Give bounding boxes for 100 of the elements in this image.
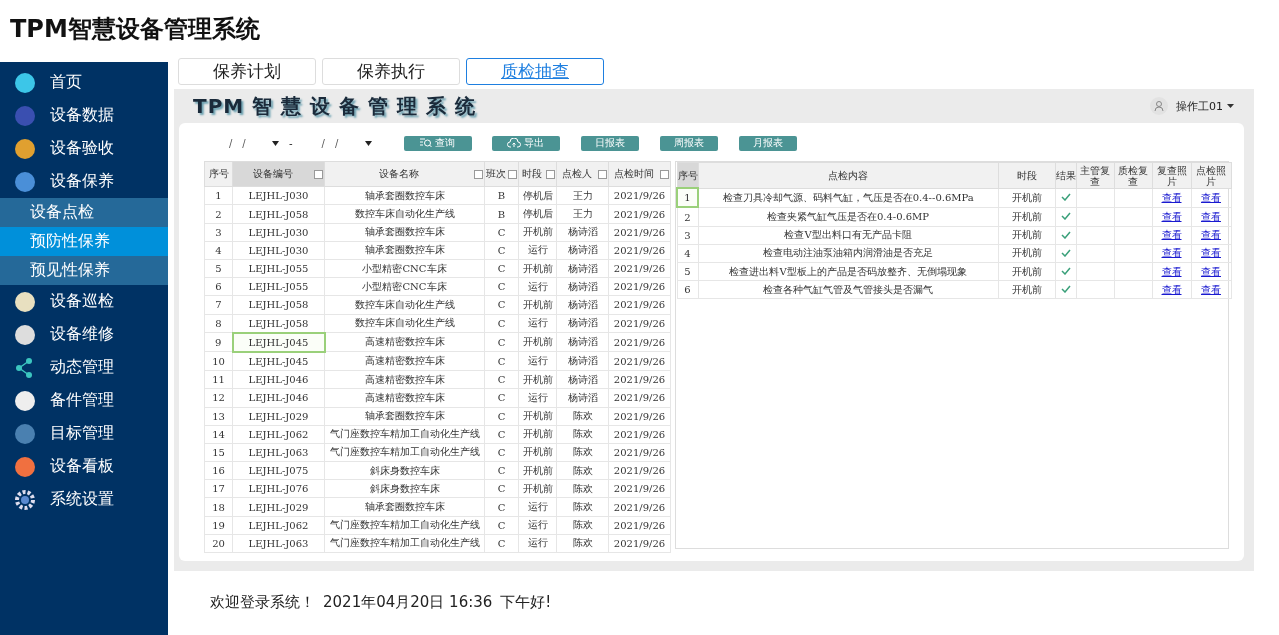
table-cell: LEJHL-J030	[232, 223, 325, 242]
column-header[interactable]: 设备名称	[324, 161, 485, 187]
filter-dropdown-icon[interactable]	[508, 169, 517, 179]
sidebar-item[interactable]: 系统设置	[0, 483, 168, 516]
column-header: 复查照片	[1152, 162, 1191, 189]
table-cell: 陈欢	[556, 443, 609, 462]
table-cell: C	[484, 295, 519, 315]
toolbar-button[interactable]: 查询	[403, 135, 472, 151]
filter-dropdown-icon[interactable]	[598, 169, 607, 179]
table-cell: 高速精密数控车床	[324, 351, 485, 371]
table-cell: 1	[677, 188, 698, 208]
table-cell: 数控车床自动化生产线	[324, 295, 485, 315]
table-cell: 王力	[556, 204, 609, 224]
tab[interactable]: 质检抽查	[466, 58, 604, 85]
table-cell: LEJHL-J045	[232, 332, 325, 352]
table-cell: 杨诗滔	[556, 295, 609, 315]
sidebar-item[interactable]: 设备数据	[0, 99, 168, 132]
sidebar-item[interactable]: 设备维修	[0, 318, 168, 351]
table-cell: 2021/9/26	[608, 407, 671, 426]
column-label: 点检人	[561, 167, 593, 182]
dropdown-icon[interactable]	[272, 140, 279, 146]
column-header[interactable]: 设备编号	[232, 161, 325, 187]
toolbar-button[interactable]: 月报表	[738, 135, 797, 151]
sidebar-item[interactable]: 设备巡检	[0, 285, 168, 318]
sidebar-item[interactable]: 备件管理	[0, 384, 168, 417]
table-cell: 轴承套圈数控车床	[324, 186, 485, 205]
sidebar-subitem[interactable]: 设备点检	[0, 198, 168, 227]
column-label: 设备编号	[252, 167, 294, 182]
date-field[interactable]: ___/__/__	[306, 137, 357, 149]
table-cell: 10	[204, 351, 233, 371]
filter-dropdown-icon[interactable]	[546, 169, 555, 179]
table-cell: 13	[204, 407, 233, 426]
table-cell: 陈欢	[556, 497, 609, 517]
table-cell: 陈欢	[556, 479, 609, 498]
tab[interactable]: 保养执行	[322, 58, 460, 85]
table-cell: LEJHL-J045	[232, 351, 325, 371]
table-cell: 数控车床自动化生产线	[324, 204, 485, 224]
table-cell: LEJHL-J055	[232, 259, 325, 278]
table-cell: 开机前	[518, 425, 557, 444]
sidebar-item[interactable]: 设备看板	[0, 450, 168, 483]
table-cell: 2021/9/26	[608, 241, 671, 260]
filter-dropdown-icon[interactable]	[314, 169, 323, 179]
table-cell: 杨诗滔	[556, 241, 609, 260]
table-cell: C	[484, 497, 519, 517]
sidebar-item[interactable]: 首页	[0, 66, 168, 99]
column-header[interactable]: 班次	[484, 161, 519, 187]
sidebar-item[interactable]: 动态管理	[0, 351, 168, 384]
table-cell: 开机前	[998, 188, 1055, 208]
table-cell: 斜床身数控车床	[324, 479, 485, 498]
toolbar-button[interactable]: 日报表	[580, 135, 639, 151]
table-cell: 2021/9/26	[608, 314, 671, 333]
sidebar-item[interactable]: 目标管理	[0, 417, 168, 450]
table-cell: 运行	[518, 388, 557, 407]
table-cell: LEJHL-J062	[232, 516, 325, 535]
toolbar-button[interactable]: 导出	[491, 135, 560, 151]
table-cell: 停机后	[518, 186, 557, 205]
tab[interactable]: 保养计划	[178, 58, 316, 85]
table-cell: 杨诗滔	[556, 223, 609, 242]
column-header[interactable]: 时段	[518, 161, 557, 187]
table-cell: LEJHL-J029	[232, 407, 325, 426]
sidebar-subitem[interactable]: 预防性保养	[0, 227, 168, 256]
toolbar-button[interactable]: 周报表	[659, 135, 718, 151]
table-cell: LEJHL-J046	[232, 388, 325, 407]
table-cell: B	[484, 204, 519, 224]
table-cell: 2021/9/26	[608, 295, 671, 315]
dropdown-icon[interactable]	[364, 140, 372, 146]
table-cell: LEJHL-J076	[232, 479, 325, 498]
column-header[interactable]: 点检时间	[608, 161, 671, 187]
filter-dropdown-icon[interactable]	[474, 169, 483, 179]
table-cell: 1	[204, 186, 233, 205]
user-menu[interactable]: 操作工01	[1176, 98, 1234, 114]
table-cell: 19	[204, 516, 233, 535]
table-cell: 16	[204, 461, 233, 480]
table-cell: 开机前	[518, 223, 557, 242]
filter-dropdown-icon[interactable]	[660, 169, 669, 179]
table-cell: 开机前	[998, 280, 1055, 299]
column-header: 质检复查	[1114, 162, 1152, 189]
table-cell: 检查V型出料口有无产品卡阻	[698, 226, 998, 245]
date-field[interactable]: ___/__/__	[214, 137, 264, 149]
table-cell: 2021/9/26	[608, 259, 671, 278]
column-header[interactable]: 序号	[204, 161, 233, 187]
sidebar-item[interactable]: 设备验收	[0, 132, 168, 165]
column-label: 班次	[486, 167, 506, 182]
sidebar-item[interactable]: 设备保养	[0, 165, 168, 198]
table-cell: 开机前	[518, 259, 557, 278]
table-cell: 4	[204, 241, 233, 260]
column-header[interactable]: 点检人	[556, 161, 609, 187]
table-cell: 开机前	[998, 226, 1055, 245]
sidebar-subitem[interactable]: 预见性保养	[0, 256, 168, 285]
table-cell: LEJHL-J055	[232, 277, 325, 296]
table-cell: 开机前	[998, 262, 1055, 281]
table-cell: 高速精密数控车床	[324, 388, 485, 407]
table-cell: 停机后	[518, 204, 557, 224]
table-cell: C	[484, 425, 519, 444]
table-cell: C	[484, 479, 519, 498]
search-icon	[420, 138, 433, 149]
table-cell: 6	[204, 277, 233, 296]
datetime-text: 2021年04月20日 16:36	[323, 592, 493, 612]
table-cell: LEJHL-J063	[232, 443, 325, 462]
welcome-text: 欢迎登录系统！	[210, 592, 315, 612]
